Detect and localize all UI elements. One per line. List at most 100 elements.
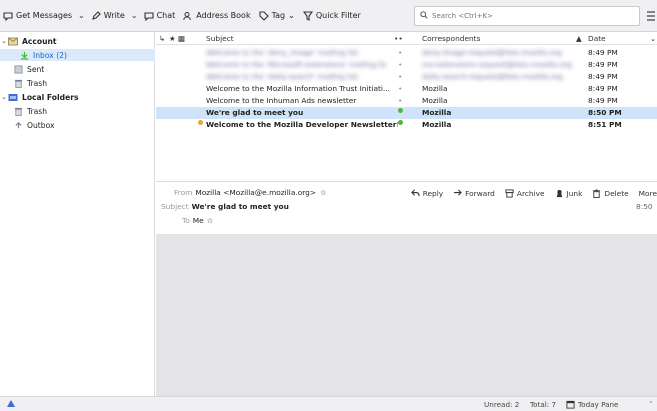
thread-date: 8:49 PM [588,72,618,81]
forward-label: Forward [465,188,495,198]
folder-local-trash[interactable]: Trash [0,105,155,117]
chat-button[interactable]: Chat [140,6,180,26]
subject-label: Subject [161,202,189,211]
read-status-icon[interactable]: • [398,72,402,81]
folder-trash[interactable]: Trash [0,77,155,89]
thread-date: 8:49 PM [588,96,618,105]
subject-value: We're glad to meet you [191,202,289,211]
chevron-up-icon[interactable]: ˆ [649,400,653,409]
thread-correspondent: Mozilla [422,96,448,105]
app-menu-icon[interactable] [646,9,656,23]
delete-button[interactable]: Delete [587,186,633,200]
folder-local-folders[interactable]: ⌄ Local Folders [0,91,155,103]
unread-count: Unread: 2 [484,400,520,409]
thread-subject: Welcome to the Mozilla Information Trust… [206,84,390,93]
thread-date: 8:50 PM [588,108,622,117]
get-messages-button[interactable]: Get Messages [0,6,76,26]
read-status-icon[interactable]: • [398,48,402,57]
more-label: More [638,188,657,198]
folder-pane: ⌄ Account Inbox (2) Sent Trash ⌄ Local F… [0,32,155,396]
folder-account[interactable]: ⌄ Account [0,35,155,47]
more-button[interactable]: More [634,186,657,200]
write-button[interactable]: Write [87,6,129,26]
today-pane-icon[interactable] [566,400,575,411]
filter-icon [302,10,313,21]
thread-correspondent: Mozilla [422,84,448,93]
forward-icon [453,189,462,197]
column-date[interactable]: Date [588,34,606,43]
unread-status-icon[interactable] [398,108,403,113]
to-label: To [182,216,190,225]
thread-row[interactable]: Welcome to the Mozilla Developer Newslet… [156,119,657,131]
folder-outbox[interactable]: Outbox [0,119,155,131]
thread-subject: We're glad to meet you [206,108,304,117]
get-messages-label: Get Messages [16,11,73,20]
folder-label: Sent [27,64,45,74]
tag-button[interactable]: Tag ⌄ [255,6,299,26]
thread-correspondent: deny-image-request@lists.mozilla.org [422,48,562,57]
junk-column-icon[interactable]: ▲ [576,34,582,43]
search-box[interactable] [414,6,640,26]
junk-button[interactable]: Junk [550,186,588,200]
get-messages-icon [3,11,13,21]
search-icon [420,11,428,21]
read-status-icon[interactable]: • [398,96,402,105]
collapse-icon[interactable]: ⌄ [0,93,8,101]
thread-row[interactable]: Welcome to the Mozilla Information Trust… [156,83,657,95]
local-folders-icon [8,93,18,102]
read-status-icon[interactable]: • [398,84,402,93]
sent-icon [14,65,23,74]
from-value[interactable]: Mozilla <Mozilla@e.mozilla.org> [195,188,316,197]
thread-row[interactable]: Welcome to the 'Microsoft-extensions' ma… [156,59,657,71]
search-input[interactable] [432,12,622,20]
reply-button[interactable]: Reply [406,186,448,200]
thread-row-selected[interactable]: We're glad to meet you Mozilla 8:50 PM [156,107,657,119]
reply-label: Reply [422,188,444,198]
tag-icon [259,10,269,21]
star-column-icon[interactable]: ★ [169,34,176,43]
star-icon[interactable]: ☆ [320,188,327,197]
folder-sent[interactable]: Sent [0,63,155,75]
thread-column-icon[interactable]: ↳ [159,34,165,43]
attachment-column-icon[interactable]: ▩ [178,34,185,43]
archive-icon [505,188,514,198]
thread-row[interactable]: Welcome to the 'deny_image' mailing list… [156,47,657,59]
thread-row[interactable]: Welcome to the Inhuman Ads newsletter • … [156,95,657,107]
thread-row[interactable]: Welcome to the 'daily-search' mailing li… [156,71,657,83]
quick-filter-label: Quick Filter [315,11,361,20]
connection-status-icon[interactable] [6,399,16,410]
column-picker-icon[interactable]: ⌄ [650,34,656,43]
chat-icon [144,11,154,21]
get-messages-dropdown-icon[interactable]: ⌄ [76,11,87,20]
folder-inbox[interactable]: Inbox (2) [0,49,155,61]
star-icon[interactable]: ☆ [207,216,214,225]
collapse-icon[interactable]: ⌄ [0,37,8,45]
folder-label: Trash [27,106,48,116]
to-line: To Me ☆ [182,216,213,225]
total-count: Total: 7 [530,400,557,409]
to-value[interactable]: Me [193,216,204,225]
thread-column-header: ↳ ★ ▩ Subject •• Correspondents ▲ Date ⌄ [156,32,657,45]
archive-button[interactable]: Archive [500,186,550,200]
today-pane-button[interactable]: Today Pane [578,400,618,409]
write-dropdown-icon[interactable]: ⌄ [129,11,140,20]
thread-correspondent: ms-extensions-request@lists.mozilla.org [422,60,572,69]
column-correspondents[interactable]: Correspondents [422,34,480,43]
trash-icon [14,79,23,88]
tag-label: Tag [271,11,286,20]
read-status-icon[interactable]: • [398,60,402,69]
read-column-icon[interactable]: •• [394,34,403,43]
forward-button[interactable]: Forward [448,186,500,200]
column-subject[interactable]: Subject [206,34,234,43]
tag-dropdown-icon: ⌄ [288,11,295,20]
unread-status-icon[interactable] [398,120,403,125]
reply-icon [410,189,420,197]
trash-icon [14,107,23,116]
chat-label: Chat [156,11,176,20]
archive-label: Archive [516,188,545,198]
message-body[interactable] [156,234,657,396]
quick-filter-button[interactable]: Quick Filter [299,6,365,26]
folder-label: Outbox [27,120,55,130]
address-book-button[interactable]: Address Book [179,6,254,26]
thread-date: 8:49 PM [588,48,618,57]
